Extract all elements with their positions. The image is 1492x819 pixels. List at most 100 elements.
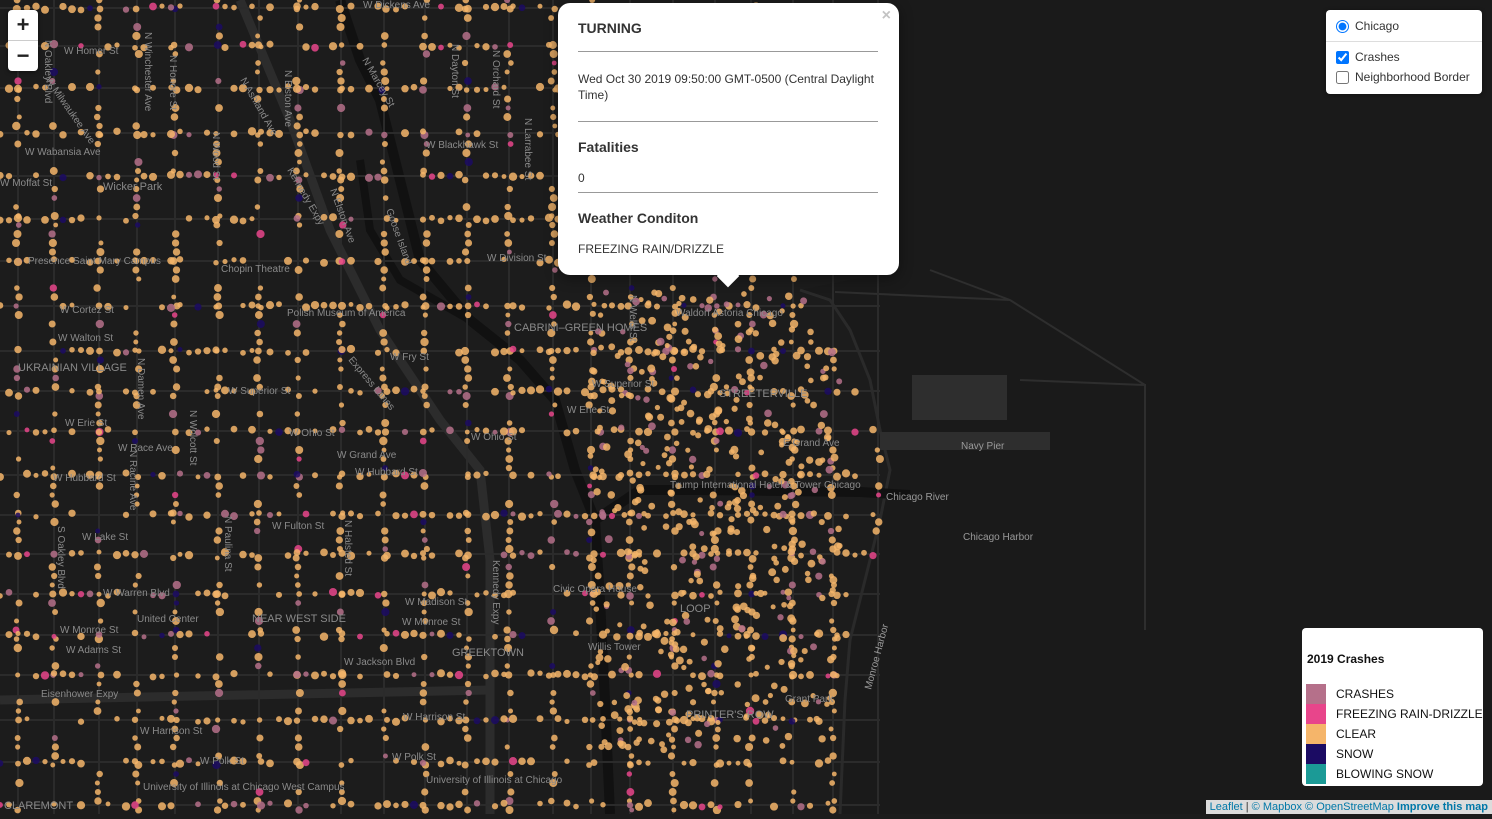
crash-point[interactable] (5, 589, 13, 596)
crash-point[interactable] (33, 591, 39, 598)
crash-point[interactable] (735, 760, 741, 766)
crash-point[interactable] (590, 557, 597, 564)
crash-point[interactable] (505, 563, 512, 571)
crash-point[interactable] (572, 427, 580, 435)
crash-point[interactable] (712, 374, 721, 382)
crash-point[interactable] (465, 663, 471, 669)
crash-point[interactable] (590, 392, 598, 400)
crash-point[interactable] (204, 389, 210, 395)
crash-point[interactable] (339, 419, 346, 427)
crash-point[interactable] (455, 800, 463, 809)
crash-point[interactable] (624, 361, 631, 368)
crash-point[interactable] (132, 429, 138, 436)
crash-point[interactable] (758, 449, 765, 456)
crash-point[interactable] (743, 633, 749, 639)
crash-point[interactable] (617, 302, 625, 310)
crash-point[interactable] (744, 426, 750, 432)
crash-point[interactable] (670, 778, 679, 788)
crash-point[interactable] (33, 83, 39, 90)
crash-point[interactable] (743, 758, 751, 767)
crash-point[interactable] (505, 105, 511, 111)
crash-point[interactable] (816, 472, 822, 478)
crash-point[interactable] (429, 631, 435, 637)
crash-point[interactable] (365, 128, 373, 136)
crash-point[interactable] (419, 510, 427, 518)
crash-point[interactable] (296, 492, 303, 498)
crash-point[interactable] (666, 732, 672, 738)
crash-point[interactable] (625, 518, 633, 526)
crash-point[interactable] (51, 752, 60, 760)
crash-point[interactable] (653, 303, 661, 310)
crash-point[interactable] (704, 687, 712, 695)
crash-point[interactable] (743, 510, 751, 517)
crash-point[interactable] (462, 725, 469, 733)
crash-point[interactable] (320, 548, 328, 557)
crash-point[interactable] (612, 508, 618, 514)
crash-point[interactable] (617, 622, 623, 628)
crash-point[interactable] (170, 338, 178, 346)
crash-point[interactable] (509, 589, 517, 596)
crash-point[interactable] (41, 470, 49, 477)
crash-point[interactable] (772, 725, 779, 731)
crash-point[interactable] (16, 519, 22, 525)
crash-point[interactable] (173, 672, 180, 678)
crash-point[interactable] (338, 345, 346, 354)
crash-point[interactable] (230, 800, 238, 808)
crash-point[interactable] (473, 86, 481, 93)
crash-point[interactable] (586, 536, 593, 544)
crash-point[interactable] (257, 446, 265, 454)
crash-point[interactable] (6, 257, 12, 264)
crash-point[interactable] (59, 216, 67, 224)
crash-point[interactable] (214, 555, 220, 561)
crash-point[interactable] (382, 734, 389, 742)
crash-point[interactable] (77, 214, 85, 222)
crash-point[interactable] (806, 671, 814, 679)
crash-point[interactable] (285, 349, 291, 356)
crash-point[interactable] (643, 447, 650, 454)
crash-point[interactable] (419, 128, 427, 135)
crash-point[interactable] (230, 84, 238, 92)
crash-point[interactable] (597, 312, 604, 318)
crash-point[interactable] (603, 289, 609, 296)
crash-point[interactable] (464, 284, 472, 292)
crash-point[interactable] (419, 77, 428, 85)
crash-point[interactable] (380, 239, 388, 247)
crash-point[interactable] (610, 426, 618, 433)
crash-point[interactable] (555, 473, 561, 480)
crash-point[interactable] (768, 319, 777, 328)
crash-point[interactable] (790, 402, 796, 408)
crash-point[interactable] (601, 302, 608, 309)
crash-point[interactable] (528, 513, 534, 519)
crash-point[interactable] (266, 173, 274, 182)
crash-point[interactable] (446, 803, 454, 811)
crash-point[interactable] (214, 688, 224, 698)
crash-point[interactable] (254, 527, 261, 535)
crash-point[interactable] (690, 632, 696, 638)
crash-point[interactable] (380, 60, 386, 66)
crash-point[interactable] (131, 716, 139, 723)
crash-point[interactable] (276, 716, 282, 723)
crash-point[interactable] (781, 565, 789, 573)
crash-point[interactable] (641, 510, 647, 517)
crash-point[interactable] (421, 788, 429, 796)
crash-point[interactable] (792, 351, 801, 360)
crash-point[interactable] (551, 519, 557, 525)
crash-point[interactable] (689, 591, 697, 600)
crash-point[interactable] (626, 708, 633, 716)
crash-point[interactable] (303, 172, 309, 178)
crash-point[interactable] (355, 588, 365, 598)
crash-point[interactable] (501, 174, 507, 179)
crash-point[interactable] (169, 356, 178, 364)
crash-point[interactable] (4, 84, 14, 93)
crash-point[interactable] (652, 549, 662, 558)
crash-point[interactable] (517, 512, 527, 521)
crash-point[interactable] (748, 672, 754, 678)
crash-point[interactable] (185, 513, 193, 521)
crash-point[interactable] (825, 465, 834, 474)
crash-point[interactable] (790, 557, 799, 566)
crash-point[interactable] (720, 645, 729, 653)
crash-point[interactable] (685, 338, 692, 345)
crash-point[interactable] (664, 343, 670, 349)
crash-point[interactable] (175, 759, 185, 768)
crash-point[interactable] (267, 800, 273, 806)
